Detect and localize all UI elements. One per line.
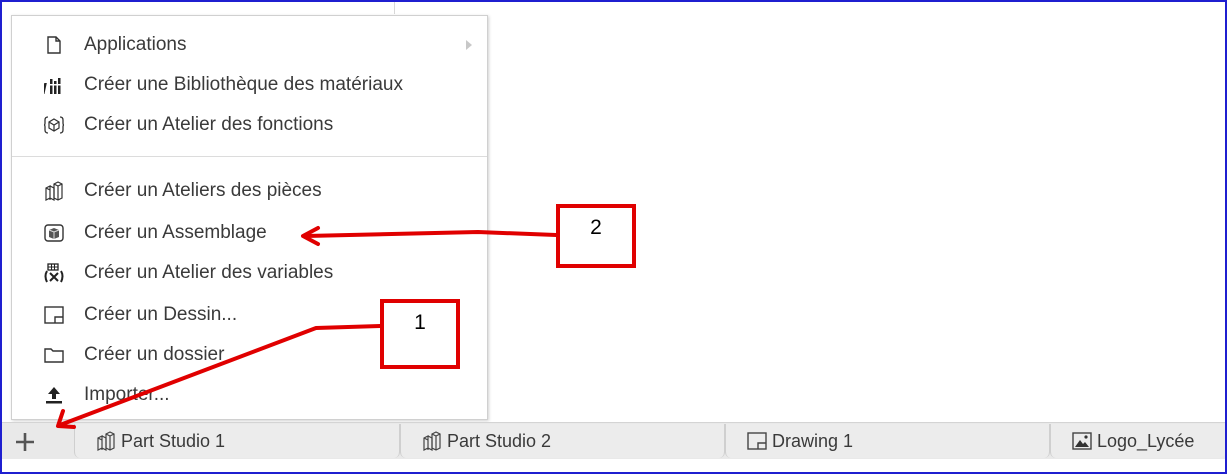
arrow-to-add-button <box>58 324 382 427</box>
annotation-arrows <box>56 226 558 429</box>
arrow-to-assemblage <box>304 230 558 238</box>
